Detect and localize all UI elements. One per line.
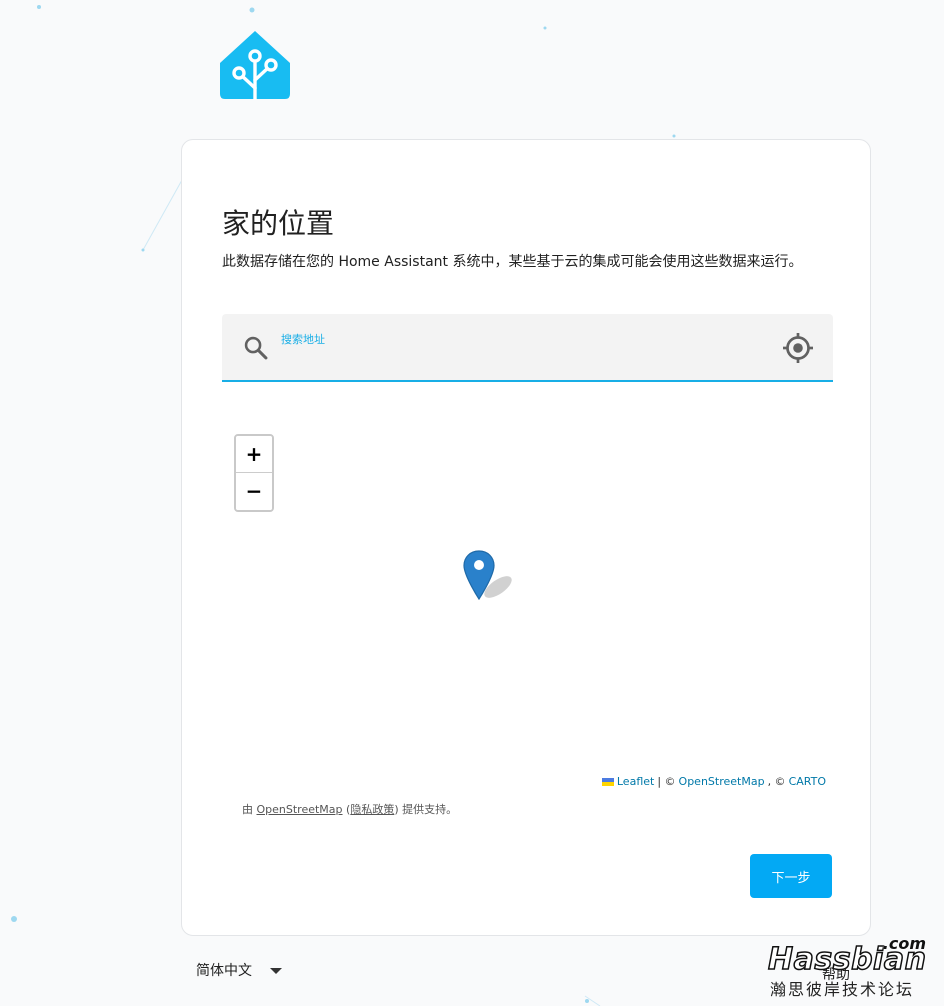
zoom-control: + − <box>234 434 274 512</box>
attribution-separator-2: , © <box>767 775 786 788</box>
zoom-out-button[interactable]: − <box>236 473 272 510</box>
language-selector[interactable]: 简体中文 <box>196 960 282 980</box>
carto-link[interactable]: CARTO <box>789 775 826 788</box>
provider-close-paren: ) <box>394 803 399 816</box>
ukraine-flag-icon <box>601 777 614 786</box>
address-search-input[interactable] <box>281 346 765 372</box>
map-pin-icon[interactable] <box>462 549 518 605</box>
provider-prefix: 由 <box>242 803 253 816</box>
language-label: 简体中文 <box>196 963 252 979</box>
provider-suffix: 提供支持。 <box>402 803 458 816</box>
onboarding-card: 家的位置 此数据存储在您的 Home Assistant 系统中，某些基于云的集… <box>181 139 871 936</box>
privacy-policy-link[interactable]: 隐私政策 <box>350 803 394 816</box>
attribution-separator: | © <box>657 775 676 788</box>
page-title: 家的位置 <box>222 207 335 240</box>
openstreetmap-link[interactable]: OpenStreetMap <box>257 803 343 816</box>
page-description: 此数据存储在您的 Home Assistant 系统中，某些基于云的集成可能会使… <box>222 254 803 270</box>
locate-me-button[interactable] <box>780 330 816 366</box>
openstreetmap-attribution-link[interactable]: OpenStreetMap <box>679 775 765 788</box>
caret-down-icon <box>270 968 282 974</box>
search-icon <box>244 336 268 360</box>
help-link[interactable]: 帮助 <box>822 964 850 984</box>
next-button[interactable]: 下一步 <box>750 854 832 898</box>
forum-watermark: Hassbian .com 瀚思彼岸技术论坛 <box>766 934 936 1000</box>
map-provider-note: 由 OpenStreetMap (隐私政策) 提供支持。 <box>242 801 457 817</box>
address-search-field[interactable]: 搜索地址 <box>222 314 833 382</box>
leaflet-link[interactable]: Leaflet <box>617 775 654 788</box>
crosshair-target-icon <box>783 333 813 363</box>
home-assistant-logo-icon <box>220 31 290 100</box>
watermark-dotcom: .com <box>882 934 926 953</box>
map-attribution: Leaflet | © OpenStreetMap, © CARTO <box>598 775 829 788</box>
search-label: 搜索地址 <box>281 333 325 346</box>
location-map[interactable]: + − Leaflet | © OpenStreetMap, © CARTO <box>222 386 833 796</box>
zoom-in-button[interactable]: + <box>236 436 272 473</box>
